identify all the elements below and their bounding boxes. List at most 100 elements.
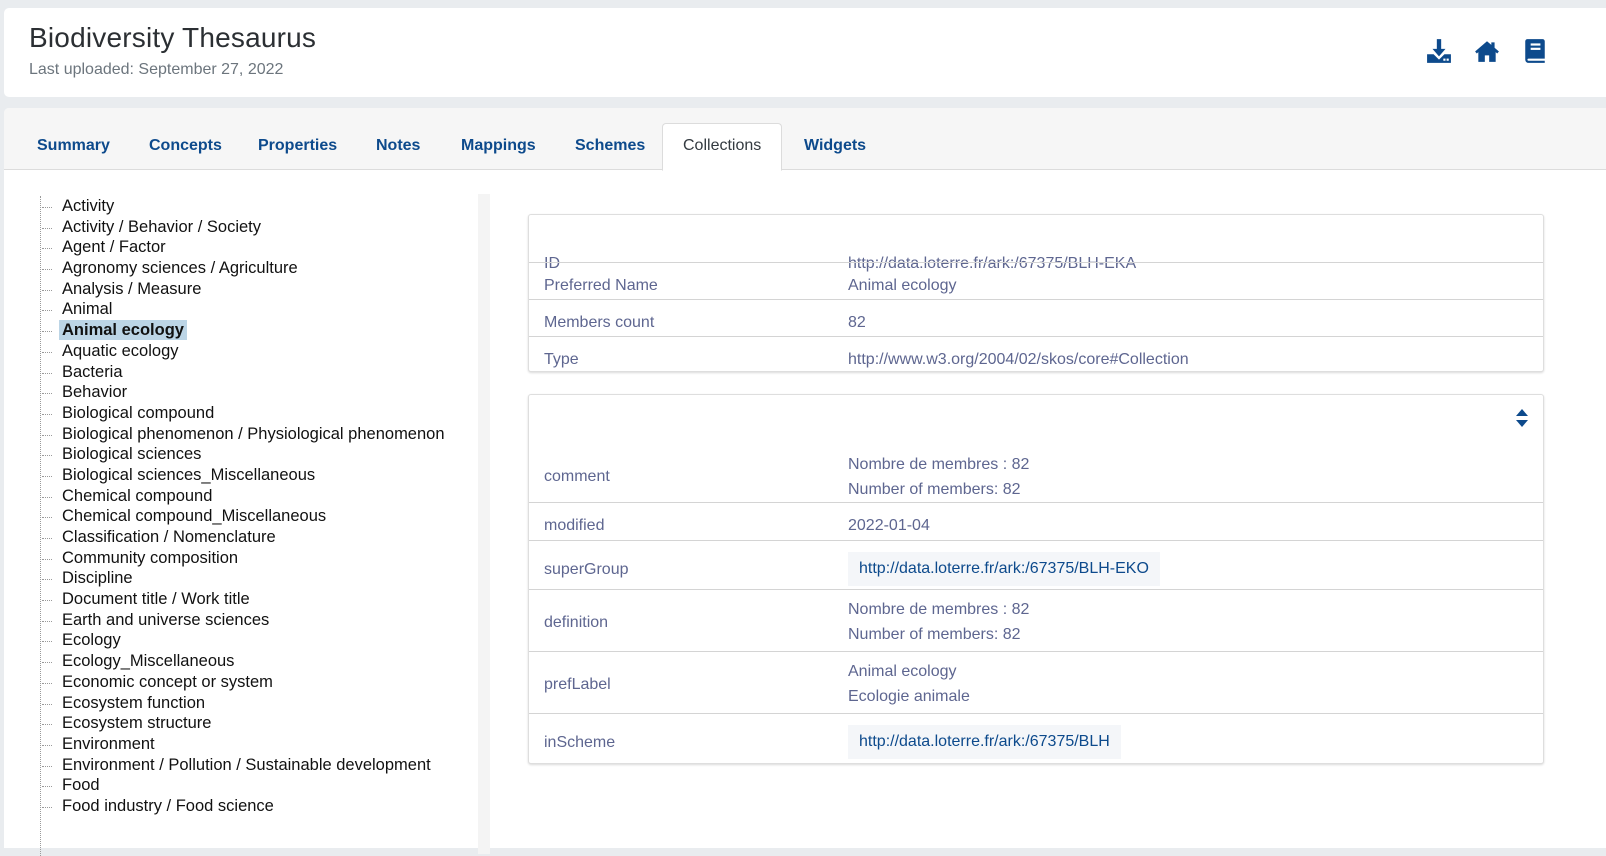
preflabel-key: prefLabel: [544, 676, 611, 693]
supergroup-key: superGroup: [544, 561, 629, 578]
tree-item-label: Bacteria: [62, 362, 123, 381]
main-panel: Summary Concepts Properties Notes Mappin…: [4, 108, 1606, 856]
tree-item[interactable]: Environment: [41, 734, 480, 755]
tree-item[interactable]: Bacteria: [41, 362, 480, 383]
summary-row-type: Type http://www.w3.org/2004/02/skos/core…: [529, 336, 1543, 373]
tree-item-label: Ecology_Miscellaneous: [62, 652, 235, 671]
home-icon[interactable]: [1474, 38, 1500, 64]
tree-item[interactable]: Food industry / Food science: [41, 796, 480, 817]
tree-item-label: Community composition: [62, 548, 239, 567]
tree-item-label: Aquatic ecology: [62, 341, 179, 360]
property-row-comment: comment Nombre de membres : 82 Number of…: [529, 395, 1543, 502]
tree-item[interactable]: Agent / Factor: [41, 237, 480, 258]
tree-item[interactable]: Economic concept or system: [41, 672, 480, 693]
tree-item-label: Food: [62, 776, 100, 795]
tab-widgets[interactable]: Widgets: [784, 124, 886, 170]
comment-value: Number of members: 82: [848, 481, 1021, 498]
tree-item-label: Chemical compound: [62, 486, 213, 505]
comment-key: comment: [544, 468, 610, 485]
tab-bar: Summary Concepts Properties Notes Mappin…: [4, 108, 1606, 171]
modified-value: 2022-01-04: [848, 517, 930, 534]
collection-properties-card: comment Nombre de membres : 82 Number of…: [528, 394, 1544, 764]
tree-item-label: Animal: [62, 300, 113, 319]
tree-item[interactable]: Analysis / Measure: [41, 279, 480, 300]
tree-item[interactable]: Biological sciences: [41, 444, 480, 465]
tree-item-label: Biological sciences_Miscellaneous: [62, 465, 316, 484]
tree-item[interactable]: Chemical compound: [41, 486, 480, 507]
tree-item[interactable]: Aquatic ecology: [41, 341, 480, 362]
property-row-definition: definition Nombre de membres : 82 Number…: [529, 589, 1543, 651]
download-icon[interactable]: [1426, 38, 1452, 64]
definition-value: Number of members: 82: [848, 626, 1021, 643]
tree-item[interactable]: Earth and universe sciences: [41, 610, 480, 631]
tree-item-label: Earth and universe sciences: [62, 610, 270, 629]
tree-item-label: Biological sciences: [62, 445, 202, 464]
tree-item-label: Activity / Behavior / Society: [62, 217, 261, 236]
tab-notes[interactable]: Notes: [356, 124, 440, 170]
definition-values: Nombre de membres : 82 Number of members…: [848, 597, 1029, 647]
tree-item[interactable]: Activity: [41, 196, 480, 217]
tree-item-label: Ecosystem function: [62, 693, 206, 712]
tree-item[interactable]: Biological sciences_Miscellaneous: [41, 465, 480, 486]
panel-splitter[interactable]: [478, 194, 490, 854]
tree-item[interactable]: Classification / Nomenclature: [41, 527, 480, 548]
tree-item[interactable]: Environment / Pollution / Sustainable de…: [41, 755, 480, 776]
last-uploaded-date: Last uploaded: September 27, 2022: [29, 61, 284, 78]
tree-item-label: Economic concept or system: [62, 672, 273, 691]
tree-item[interactable]: Ecology: [41, 630, 480, 651]
tree-item[interactable]: Behavior: [41, 382, 480, 403]
tree-item[interactable]: Food: [41, 775, 480, 796]
comment-value: Nombre de membres : 82: [848, 456, 1030, 473]
tree-item-label: Food industry / Food science: [62, 796, 274, 815]
supergroup-link[interactable]: http://data.loterre.fr/ark:/67375/BLH-EK…: [848, 552, 1160, 586]
tree-item-label: Document title / Work title: [62, 590, 250, 609]
tab-summary[interactable]: Summary: [17, 124, 130, 170]
tree-item[interactable]: Ecology_Miscellaneous: [41, 651, 480, 672]
inscheme-value: http://data.loterre.fr/ark:/67375/BLH: [848, 725, 1121, 759]
type-label: Type: [544, 351, 579, 368]
tree-item-label: Chemical compound_Miscellaneous: [62, 507, 327, 526]
definition-value: Nombre de membres : 82: [848, 601, 1030, 618]
tree-item-label: Behavior: [62, 383, 128, 402]
tab-concepts[interactable]: Concepts: [129, 124, 242, 170]
tree-item-label: Agent / Factor: [62, 238, 166, 257]
collection-tree: Activity Activity / Behavior / Society Age…: [40, 196, 480, 856]
tree-item[interactable]: Chemical compound_Miscellaneous: [41, 506, 480, 527]
tree-item[interactable]: Community composition: [41, 548, 480, 569]
tab-mappings[interactable]: Mappings: [441, 124, 556, 170]
tab-properties[interactable]: Properties: [238, 124, 357, 170]
tree-item-label: Environment: [62, 734, 155, 753]
members-count-label: Members count: [544, 314, 655, 331]
summary-row-preferred-name: Preferred Name Animal ecology: [529, 262, 1543, 299]
property-row-preflabel: prefLabel Animal ecology Ecologie animal…: [529, 651, 1543, 713]
preflabel-values: Animal ecology Ecologie animale: [848, 659, 970, 709]
definition-key: definition: [544, 614, 609, 631]
property-row-inscheme: inScheme http://data.loterre.fr/ark:/673…: [529, 713, 1543, 763]
preflabel-value: Animal ecology: [848, 663, 957, 680]
tree-item[interactable]: Document title / Work title: [41, 589, 480, 610]
tree-item[interactable]: Ecosystem structure: [41, 713, 480, 734]
tree-item[interactable]: Biological compound: [41, 403, 480, 424]
tree-item-label: Classification / Nomenclature: [62, 528, 276, 546]
tree-item[interactable]: Agronomy sciences / Agriculture: [41, 258, 480, 279]
tab-collections[interactable]: Collections: [662, 123, 783, 171]
tree-item-label: Activity: [62, 197, 115, 215]
preflabel-value: Ecologie animale: [848, 688, 970, 705]
book-icon[interactable]: [1522, 38, 1548, 64]
tree-item[interactable]: Animal: [41, 299, 480, 320]
tree-item-label: Environment / Pollution / Sustainable de…: [62, 755, 431, 774]
tab-schemes[interactable]: Schemes: [555, 124, 665, 170]
inscheme-link[interactable]: http://data.loterre.fr/ark:/67375/BLH: [848, 725, 1121, 759]
tree-item[interactable]: Ecosystem function: [41, 693, 480, 714]
tree-item-selected[interactable]: Animal ecology: [41, 320, 480, 341]
tree-item-label: Ecology: [62, 631, 121, 650]
type-value: http://www.w3.org/2004/02/skos/core#Coll…: [848, 351, 1189, 368]
tree-item-label: Biological compound: [62, 403, 215, 422]
property-row-supergroup: superGroup http://data.loterre.fr/ark:/6…: [529, 540, 1543, 589]
summary-row-members-count: Members count 82: [529, 299, 1543, 336]
tree-item[interactable]: Activity / Behavior / Society: [41, 217, 480, 238]
preferred-name-value: Animal ecology: [848, 277, 957, 294]
tree-item-label: Agronomy sciences / Agriculture: [62, 259, 298, 278]
tree-item[interactable]: Biological phenomenon / Physiological ph…: [41, 424, 480, 445]
tree-item[interactable]: Discipline: [41, 568, 480, 589]
